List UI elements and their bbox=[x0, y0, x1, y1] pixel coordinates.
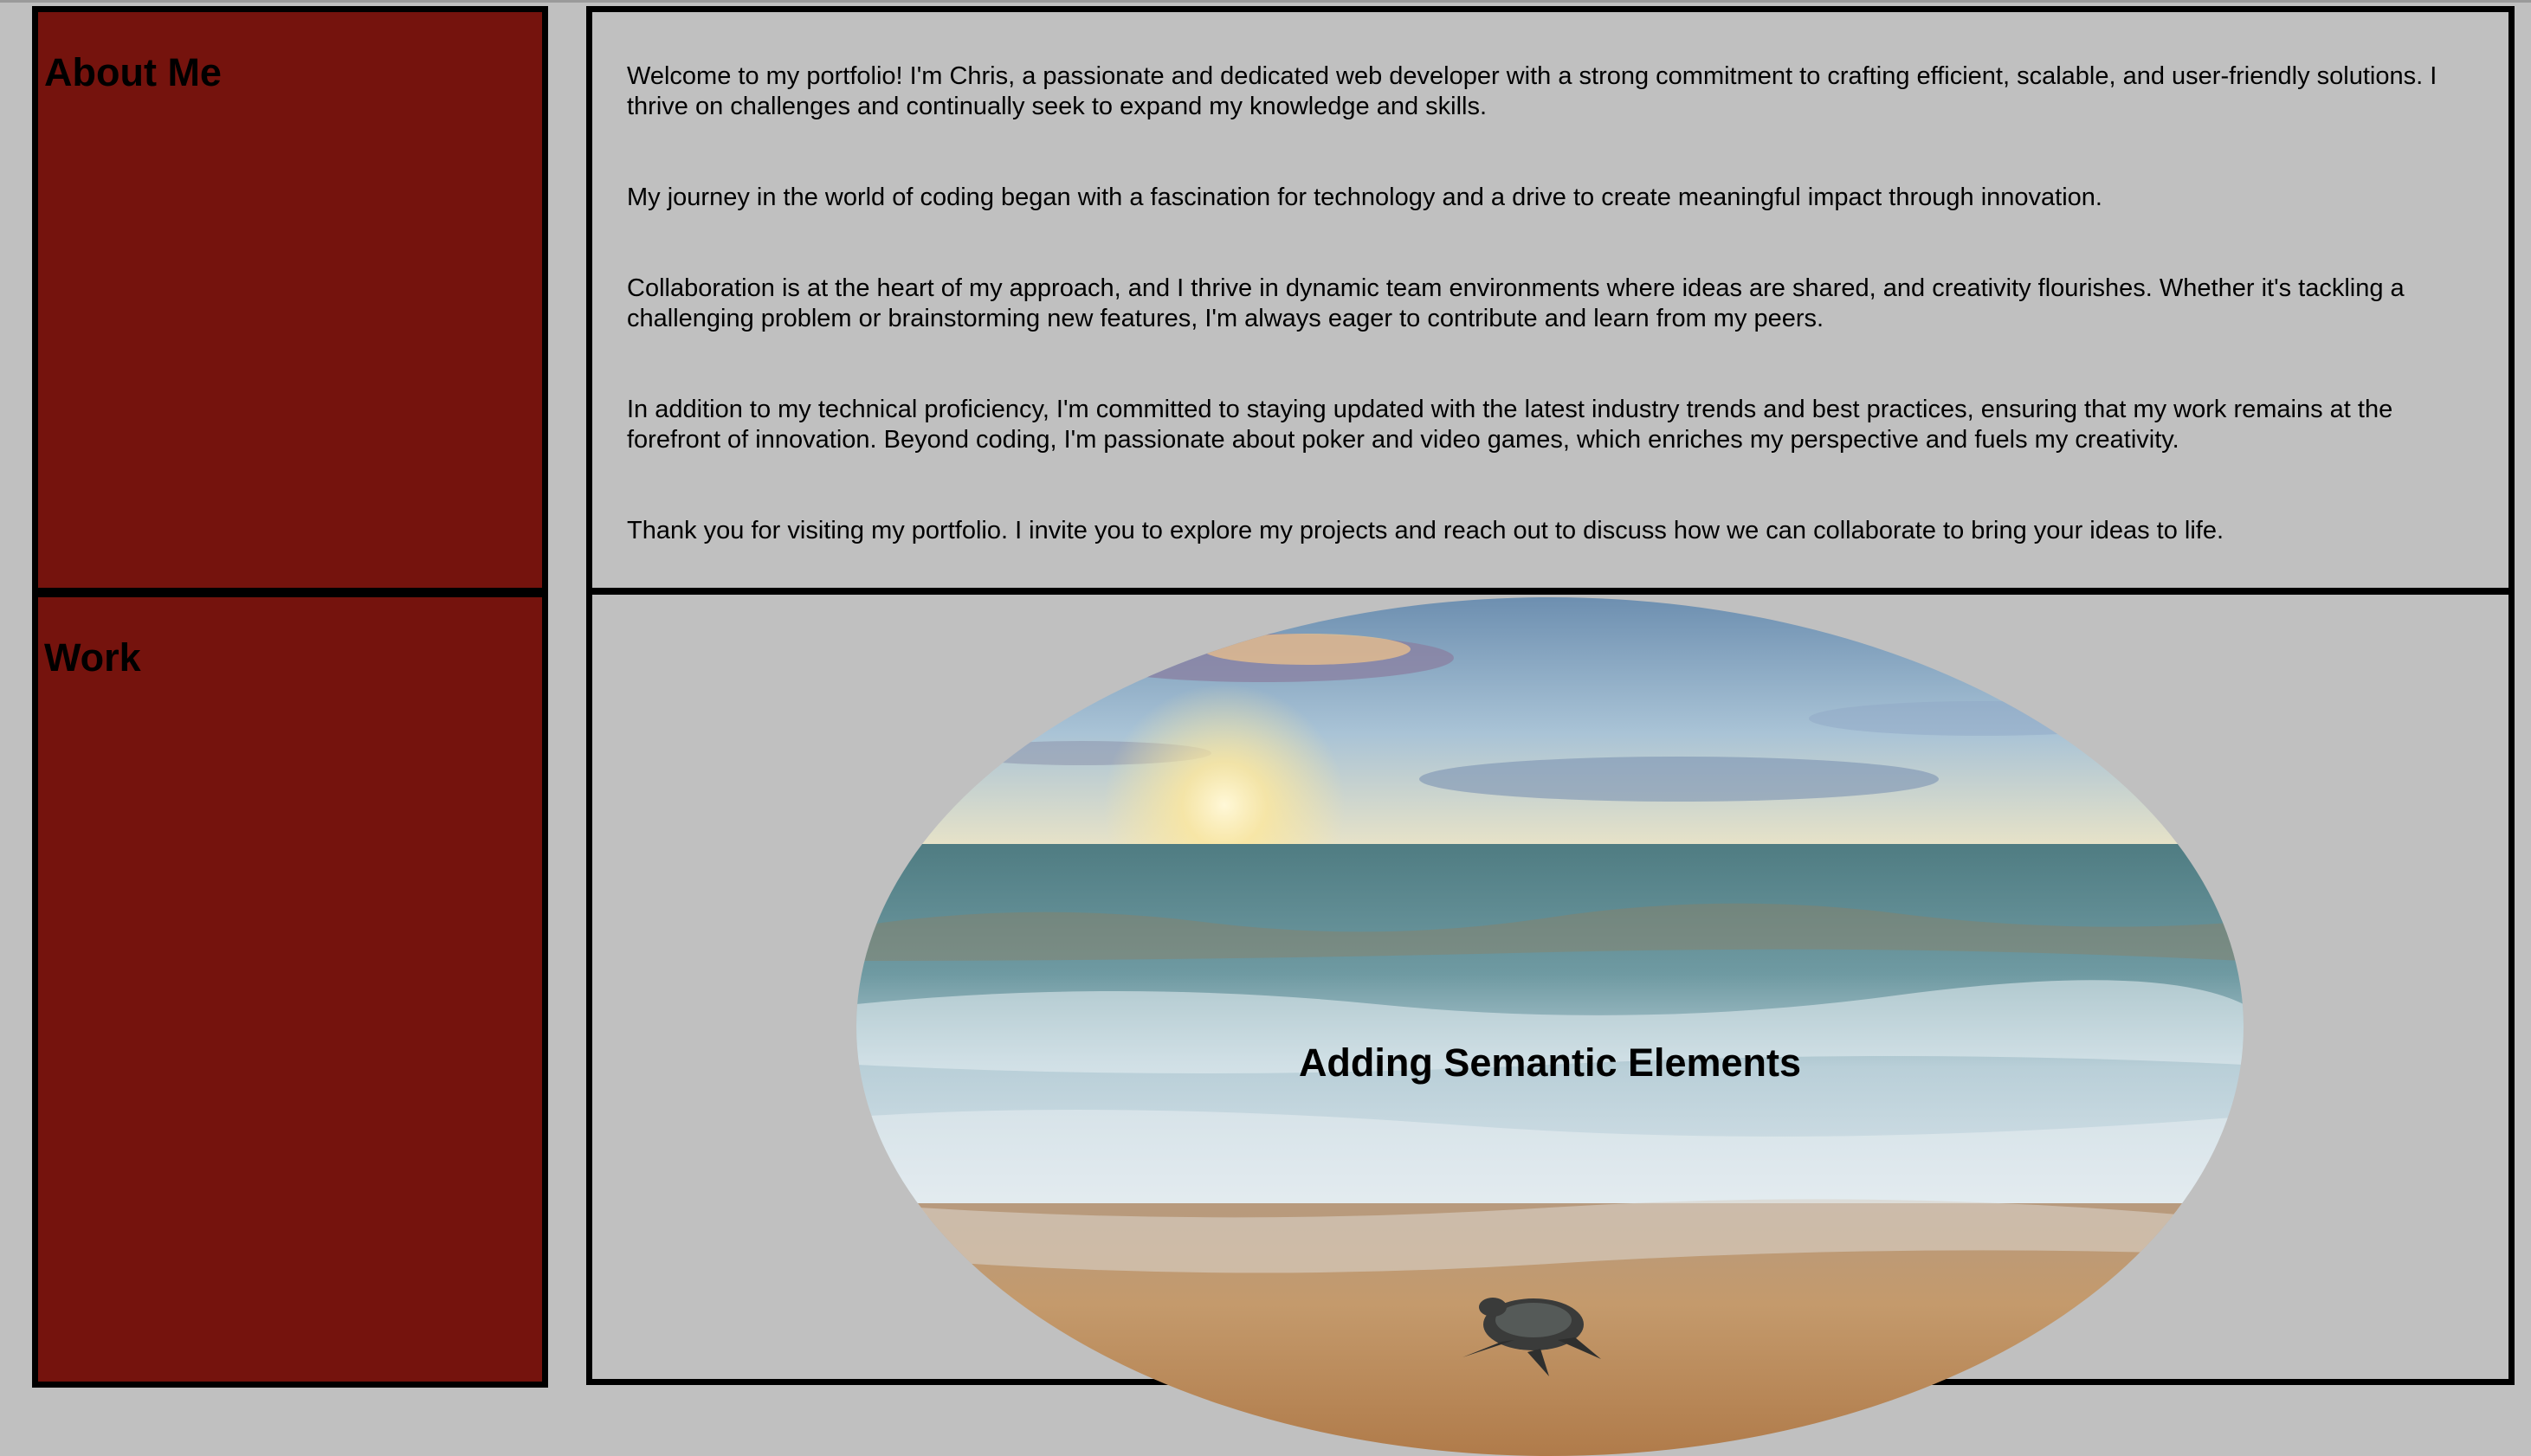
project-card-image[interactable]: Adding Semantic Elements bbox=[856, 597, 2244, 1456]
about-sidebar: About Me bbox=[32, 6, 548, 594]
about-content-panel: Welcome to my portfolio! I'm Chris, a pa… bbox=[586, 6, 2515, 594]
top-divider bbox=[0, 0, 2531, 3]
project-title[interactable]: Adding Semantic Elements bbox=[856, 1040, 2244, 1086]
beach-sunset-image bbox=[856, 597, 2244, 1456]
about-paragraph-collaboration: Collaboration is at the heart of my appr… bbox=[627, 274, 2405, 332]
about-paragraph-welcome: Welcome to my portfolio! I'm Chris, a pa… bbox=[627, 62, 2437, 120]
about-paragraph-thanks: Thank you for visiting my portfolio. I i… bbox=[627, 517, 2224, 544]
work-sidebar: Work bbox=[32, 591, 548, 1388]
about-paragraph-proficiency: In addition to my technical proficiency,… bbox=[627, 396, 2393, 454]
work-heading: Work bbox=[44, 635, 141, 680]
about-text: Welcome to my portfolio! I'm Chris, a pa… bbox=[627, 61, 2480, 607]
about-heading: About Me bbox=[44, 50, 222, 94]
about-paragraph-journey: My journey in the world of coding began … bbox=[627, 184, 2102, 211]
